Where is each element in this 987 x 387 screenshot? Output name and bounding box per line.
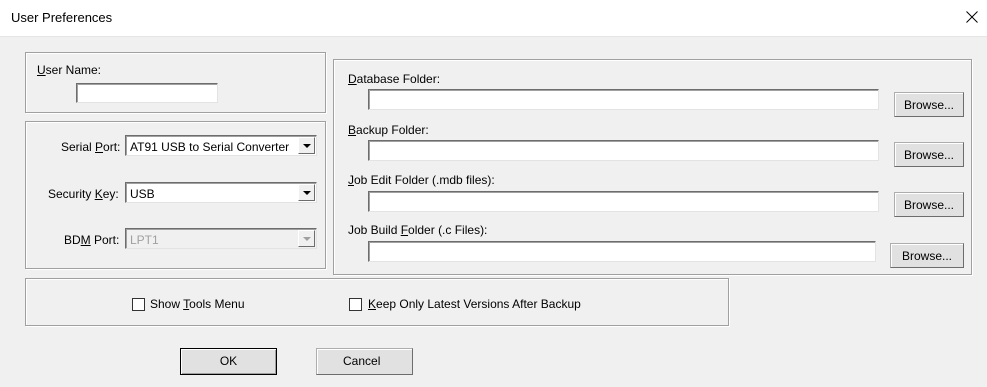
chevron-down-icon [303,144,311,148]
bdm-port-dropdown-button [298,230,315,247]
title-bar: User Preferences [0,0,987,37]
close-icon [966,11,978,23]
backup-folder-label: Backup Folder: [348,123,429,137]
user-name-group: User Name: [25,52,326,113]
options-group: Show Tools Menu Keep Only Latest Version… [25,278,729,326]
show-tools-label[interactable]: Show Tools Menu [150,297,245,311]
security-key-value: USB [130,187,155,201]
backup-folder-input[interactable] [368,140,879,161]
bdm-port-dropdown: LPT1 [125,228,317,249]
show-tools-checkbox[interactable] [132,298,145,311]
bdm-port-value: LPT1 [130,233,159,247]
chevron-down-icon [303,237,311,241]
job-edit-folder-input[interactable] [368,191,879,212]
user-name-input[interactable] [76,83,218,103]
serial-port-label: Serial Port: [61,140,121,154]
serial-port-dropdown[interactable]: AT91 USB to Serial Converter [125,135,317,156]
job-edit-browse-button[interactable]: Browse... [894,192,964,217]
database-browse-button[interactable]: Browse... [894,92,964,117]
serial-port-dropdown-button[interactable] [298,137,315,154]
bdm-port-label: BDM Port: [64,233,120,247]
database-folder-label: Database Folder: [348,72,441,86]
security-key-label: Security Key: [48,187,119,201]
security-key-dropdown-button[interactable] [298,184,315,201]
job-build-folder-input[interactable] [368,241,876,262]
port-settings-group: Serial Port: AT91 USB to Serial Converte… [25,121,326,269]
database-folder-input[interactable] [368,89,879,110]
job-build-folder-label: Job Build Folder (.c Files): [348,223,488,237]
window-title: User Preferences [11,10,113,25]
security-key-dropdown[interactable]: USB [125,182,317,203]
serial-port-value: AT91 USB to Serial Converter [130,140,290,154]
chevron-down-icon [303,191,311,195]
folders-group: Database Folder: Browse... Backup Folder… [333,59,972,275]
keep-latest-checkbox[interactable] [349,298,362,311]
close-button[interactable] [957,0,987,36]
backup-browse-button[interactable]: Browse... [894,142,964,167]
job-build-browse-button[interactable]: Browse... [890,243,964,268]
keep-latest-label[interactable]: Keep Only Latest Versions After Backup [368,297,581,311]
ok-button[interactable]: OK [180,348,277,375]
job-edit-folder-label: Job Edit Folder (.mdb files): [348,173,495,187]
user-name-label: User Name: [37,63,102,77]
cancel-button[interactable]: Cancel [316,348,413,375]
